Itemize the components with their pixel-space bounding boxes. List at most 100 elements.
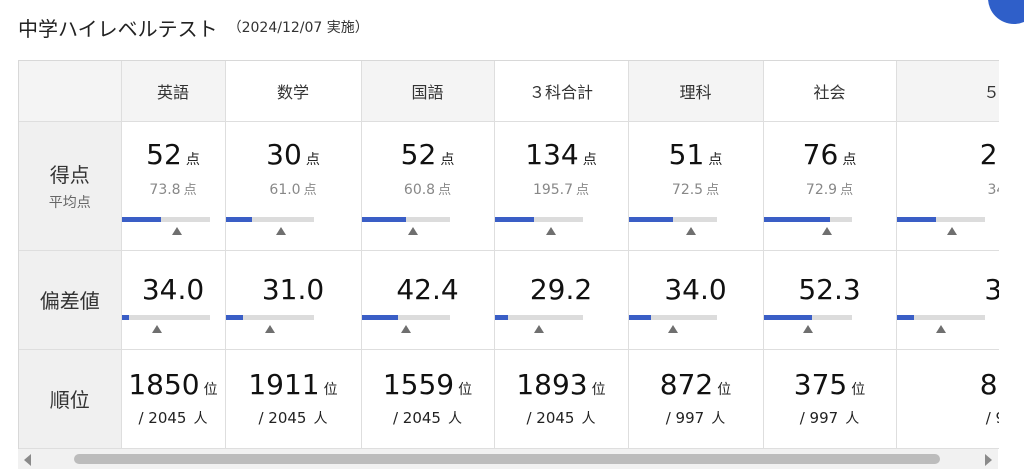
progress-bar	[494, 314, 583, 320]
rank-value: 1911	[248, 367, 320, 401]
rank-cell: 1911 位 / 2045 人	[225, 349, 362, 449]
score-line: 30 点	[226, 138, 361, 171]
rank-line: 1850 位	[122, 368, 225, 401]
progress-bar	[763, 314, 852, 320]
rank-value: 375	[793, 367, 848, 401]
rank-cell: 1893 位 / 2045 人	[494, 349, 629, 449]
rank-line: 375 位	[764, 368, 896, 401]
progress-bar-fill	[763, 314, 812, 320]
rank-line: 1559 位	[362, 368, 494, 401]
score-line: 52 点	[362, 138, 494, 171]
results-table-viewport[interactable]: 英語 数学 国語 ３科合計 理科 社会 ５科合計 得点 平均点 52点73.8点…	[18, 60, 999, 449]
rank-unit: 位	[458, 381, 473, 398]
deviation-value: 29.2	[529, 272, 593, 306]
average-value: 343.8	[987, 181, 999, 198]
scrollbar-thumb[interactable]	[74, 454, 940, 464]
column-header: ３科合計	[494, 61, 629, 122]
progress-bar	[225, 314, 314, 320]
page-header: 中学ハイレベルテスト （2024/12/07 実施）	[18, 10, 369, 44]
floating-action-badge[interactable]	[988, 0, 1024, 24]
scroll-left-arrow-icon[interactable]	[24, 454, 31, 466]
rank-cell: 1850 位 / 2045 人	[121, 349, 226, 449]
row-header-score: 得点 平均点	[19, 121, 122, 251]
column-header: 理科	[628, 61, 764, 122]
rank-cell: 1559 位 / 2045 人	[361, 349, 495, 449]
score-value: 134	[525, 137, 579, 171]
progress-bar	[121, 216, 210, 222]
progress-bar-fill	[121, 314, 129, 320]
deviation-line: 34.0	[629, 273, 763, 306]
deviation-line: 31.0	[226, 273, 361, 306]
rank-row: 順位 1850 位/ 2045 人 1911 位/ 2045 人 1559 位/ 2045…	[19, 349, 999, 449]
rank-cell: 375 位 / 997 人	[763, 349, 897, 449]
score-cell: 134 点 195.7 点	[494, 121, 629, 251]
average-value: 72.9	[805, 181, 838, 198]
results-table: 英語 数学 国語 ３科合計 理科 社会 ５科合計 得点 平均点 52点73.8点…	[19, 61, 999, 449]
progress-bar	[494, 216, 583, 222]
progress-bar-fill	[225, 216, 252, 222]
deviation-value: 52.3	[798, 272, 861, 306]
rank-total-unit: 人	[845, 410, 860, 427]
score-unit: 点	[305, 151, 320, 168]
deviation-line: 34.0	[122, 273, 225, 306]
rank-total: / 2045	[258, 408, 307, 427]
score-value: 51	[668, 137, 705, 171]
score-value: 76	[802, 137, 839, 171]
progress-bar	[361, 216, 450, 222]
deviation-value: 34.0	[664, 272, 727, 306]
header-corner-cell	[19, 61, 122, 122]
rank-unit: 位	[591, 381, 606, 398]
rank-total: / 997	[985, 408, 999, 427]
average-marker-icon	[151, 324, 162, 333]
rank-value: 1893	[516, 367, 588, 401]
rank-total: / 997	[799, 408, 839, 427]
average-unit: 点	[840, 182, 854, 198]
score-unit: 点	[185, 151, 200, 168]
scroll-right-arrow-icon[interactable]	[985, 454, 992, 466]
progress-bar	[896, 314, 985, 320]
progress-bar-fill	[763, 216, 830, 222]
rank-value: 872	[659, 367, 714, 401]
rank-value: 1850	[128, 367, 200, 401]
score-line: 76 点	[764, 138, 896, 171]
rank-total: / 997	[665, 408, 705, 427]
average-unit: 点	[576, 182, 590, 198]
deviation-line: 31.4	[897, 273, 999, 306]
row-header-deviation: 偏差値	[19, 250, 122, 350]
score-cell: 76 点 72.9 点	[763, 121, 897, 251]
progress-bar	[361, 314, 450, 320]
progress-bar-fill	[896, 216, 937, 222]
score-value: 30	[266, 137, 302, 171]
average-line: 61.0 点	[226, 179, 361, 198]
rank-line: 1911 位	[226, 368, 361, 401]
progress-bar-fill	[361, 216, 406, 222]
horizontal-scrollbar[interactable]	[18, 449, 998, 469]
rank-line: 872 位	[629, 368, 763, 401]
row-label: 偏差値	[39, 289, 100, 313]
score-value: 261	[979, 137, 999, 171]
rank-unit: 位	[717, 381, 732, 398]
average-unit: 点	[706, 182, 720, 198]
average-marker-icon	[275, 226, 286, 235]
average-marker-icon	[802, 324, 813, 333]
column-header: 国語	[361, 61, 495, 122]
average-value: 60.8	[403, 181, 436, 198]
deviation-value: 31.4	[984, 273, 999, 306]
score-value: 52	[400, 137, 437, 171]
average-marker-icon	[821, 226, 832, 235]
deviation-cell: 31.0	[225, 250, 362, 350]
average-line: 72.9 点	[764, 179, 896, 198]
row-label: 得点	[49, 163, 90, 187]
score-line: 51 点	[629, 138, 763, 171]
column-header: ５科合計	[896, 61, 999, 122]
rank-total: / 2045	[392, 408, 441, 427]
deviation-cell: 29.2	[494, 250, 629, 350]
average-line: 195.7 点	[495, 179, 628, 198]
rank-total: / 2045	[138, 408, 187, 427]
row-sublabel: 平均点	[48, 195, 91, 211]
average-marker-icon	[400, 324, 411, 333]
progress-bar-fill	[121, 216, 162, 222]
score-cell: 261点 343.8点	[896, 121, 999, 251]
average-line: 72.5 点	[629, 179, 763, 198]
score-unit: 点	[582, 151, 597, 168]
